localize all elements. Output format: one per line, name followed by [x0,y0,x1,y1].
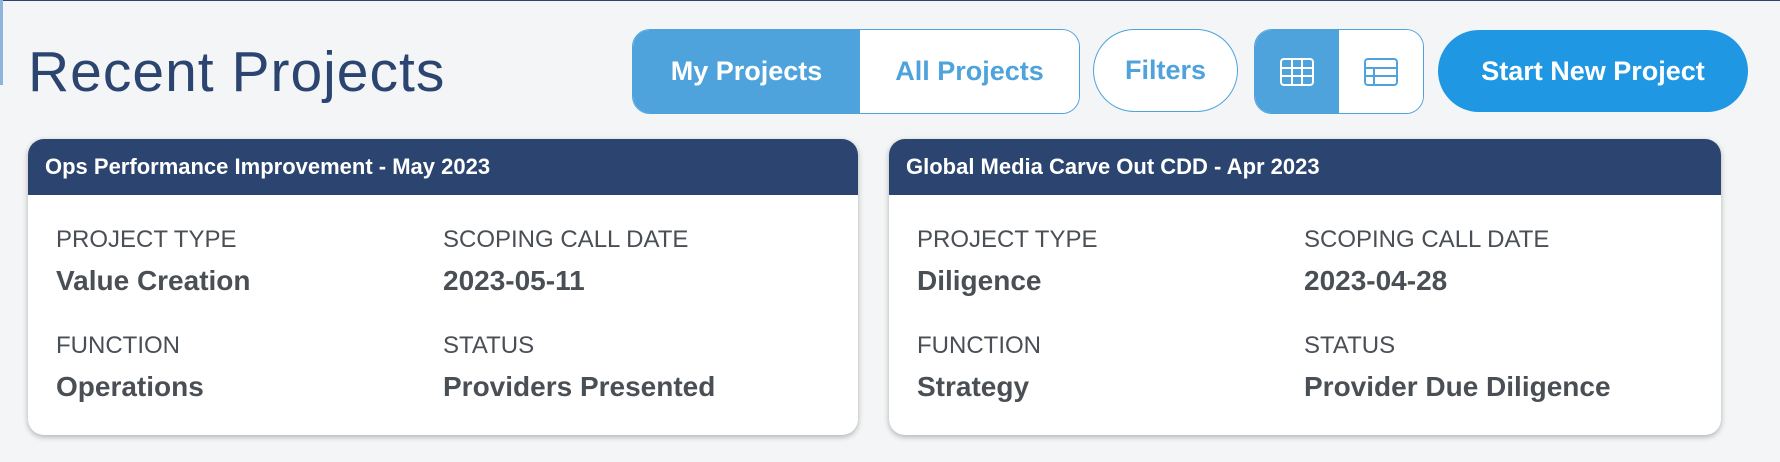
scoping-call-date-value: 2023-05-11 [443,265,585,296]
project-type-value: Value Creation [56,265,251,296]
grid-view-icon [1280,57,1314,86]
view-mode-toggle [1254,29,1424,114]
project-type-field: PROJECT TYPE Diligence [917,225,1098,299]
function-value: Operations [56,371,204,402]
filters-button[interactable]: Filters [1093,29,1238,112]
project-card[interactable]: Ops Performance Improvement - May 2023 P… [28,139,858,435]
my-projects-button[interactable]: My Projects [633,30,860,113]
status-label: STATUS [1304,332,1396,359]
status-field: STATUS Provider Due Diligence [1304,331,1611,405]
scoping-call-date-field: SCOPING CALL DATE 2023-05-11 [443,225,688,299]
grid-view-button[interactable] [1255,30,1339,113]
list-view-button[interactable] [1339,30,1423,113]
function-value: Strategy [917,371,1030,402]
function-label: FUNCTION [917,332,1041,359]
scoping-call-date-label: SCOPING CALL DATE [1304,226,1550,253]
start-new-project-button[interactable]: Start New Project [1438,30,1748,112]
project-scope-toggle: My Projects All Projects [632,29,1080,114]
function-field: FUNCTION Strategy [917,331,1041,405]
function-label: FUNCTION [56,332,180,359]
scoping-call-date-label: SCOPING CALL DATE [443,226,689,253]
project-type-value: Diligence [917,265,1042,296]
status-label: STATUS [443,332,535,359]
scoping-call-date-value: 2023-04-28 [1304,265,1448,296]
list-view-icon [1364,57,1398,86]
project-card-title[interactable]: Ops Performance Improvement - May 2023 [28,139,858,195]
all-projects-button[interactable]: All Projects [860,30,1079,113]
scoping-call-date-field: SCOPING CALL DATE 2023-04-28 [1304,225,1549,299]
function-field: FUNCTION Operations [56,331,204,405]
status-field: STATUS Providers Presented [443,331,715,405]
page-title: Recent Projects [28,40,446,104]
status-value: Providers Presented [443,371,716,402]
project-type-label: PROJECT TYPE [917,226,1098,253]
project-type-label: PROJECT TYPE [56,226,237,253]
status-value: Provider Due Diligence [1304,371,1611,402]
left-accent-bar [0,0,3,85]
top-border [0,0,1780,1]
project-card-title[interactable]: Global Media Carve Out CDD - Apr 2023 [889,139,1721,195]
project-card[interactable]: Global Media Carve Out CDD - Apr 2023 PR… [889,139,1721,435]
project-type-field: PROJECT TYPE Value Creation [56,225,251,299]
